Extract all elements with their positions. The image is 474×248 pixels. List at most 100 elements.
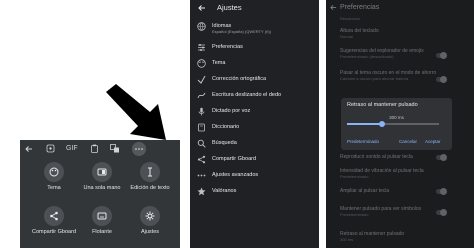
settings-item-label: Preferencias: [212, 44, 243, 50]
pref-row[interactable]: Resolución: [340, 16, 440, 21]
spellcheck-icon: [197, 75, 206, 84]
page-title: Ajustes: [217, 3, 242, 12]
more-icon: [197, 174, 206, 177]
settings-item-ajustes-avanzados[interactable]: Ajustes avanzados: [190, 169, 319, 183]
tile-label: Tema: [47, 185, 61, 191]
settings-item-label: Dictado por voz: [212, 108, 251, 114]
sliders-icon: [198, 44, 205, 51]
tile-label: Compartir Gboard: [31, 229, 77, 235]
palette-icon: [49, 167, 59, 177]
settings-item-label: Tema: [212, 60, 226, 66]
pref-row[interactable]: Altura del teclado Normal: [340, 28, 440, 39]
gif-button[interactable]: GIF: [66, 144, 78, 154]
gear-icon: [145, 211, 155, 221]
search-icon: [197, 139, 206, 148]
settings-item-dictado-por-voz[interactable]: Dictado por voz: [190, 105, 319, 119]
dialog-value: 300 ms: [389, 115, 404, 120]
keyboard-toolbar: GIF: [20, 140, 180, 158]
keyboard-menu: GIF Tema Una sola mano Edición de texto …: [20, 140, 180, 248]
default-button[interactable]: Predeterminado: [347, 139, 379, 145]
settings-item-label: Diccionario: [212, 124, 240, 130]
keyboard-screen: GIF Tema Una sola mano Edición de texto …: [0, 0, 180, 248]
settings-header: Ajustes: [190, 0, 319, 16]
floating-keyboard-icon: [97, 212, 107, 220]
slider-thumb[interactable]: [378, 120, 385, 127]
settings-item-label: Valóranos: [212, 188, 237, 194]
settings-item-correccion-ortografica[interactable]: Corrección ortográfica: [190, 73, 319, 87]
globe-icon: [197, 22, 206, 31]
settings-item-diccionario[interactable]: Diccionario: [190, 121, 319, 135]
tile-label: Flotante: [92, 229, 112, 235]
tile-flotante[interactable]: Flotante: [76, 204, 128, 240]
settings-item-label: Compartir Gboard: [212, 156, 257, 162]
settings-item-valoranos[interactable]: Valóranos: [190, 185, 319, 199]
settings-item-idiomas[interactable]: Idiomas Español (España) (QWERTY (ñ)): [190, 20, 319, 36]
cancel-button[interactable]: Cancelar: [399, 139, 417, 145]
preferences-screen: Preferencias Resolución Altura del tecla…: [326, 0, 474, 248]
pref-sub: Predeterminado: [340, 174, 369, 179]
pref-row[interactable]: Mantener pulsado para ver símbolos Prede…: [340, 206, 440, 217]
back-arrow-icon[interactable]: [198, 4, 206, 12]
pointing-arrow-icon: [106, 84, 166, 140]
pref-row[interactable]: Intensidad de vibración al pulsar tecla …: [340, 168, 440, 179]
pref-label: Ampliar al pulsar tecla: [340, 188, 390, 194]
tile-compartir-gboard[interactable]: Compartir Gboard: [28, 204, 80, 240]
pref-toggle[interactable]: [436, 76, 447, 83]
settings-item-escritura-deslizando[interactable]: Escritura deslizando el dedo: [190, 89, 319, 103]
pref-sub: 300 ms: [340, 237, 354, 242]
share-icon: [197, 155, 206, 164]
settings-item-sublabel: Español (España) (QWERTY (ñ)): [212, 29, 271, 34]
settings-item-preferencias[interactable]: Preferencias: [190, 41, 319, 55]
settings-item-label: Ajustes avanzados: [212, 172, 259, 178]
pref-row[interactable]: Pasar al tema oscuro en el modo de ahorr…: [340, 70, 440, 81]
settings-item-compartir-gboard[interactable]: Compartir Gboard: [190, 153, 319, 167]
pref-sub: Predeterminado (desactivado): [340, 54, 394, 59]
pref-label: Reproducir sonido al pulsar tecla: [340, 154, 413, 160]
tile-edicion-de-texto[interactable]: Edición de texto: [124, 160, 176, 196]
tile-ajustes[interactable]: Ajustes: [124, 204, 176, 240]
palette-icon: [197, 59, 206, 68]
tile-label: Edición de texto: [130, 185, 170, 191]
tile-label: Una sola mano: [83, 185, 121, 191]
sticker-icon[interactable]: [46, 144, 55, 153]
tile-una-sola-mano[interactable]: Una sola mano: [76, 160, 128, 196]
pref-sub: Cambiar a oscuro para ahorrar batería: [340, 76, 409, 81]
accept-button[interactable]: Aceptar: [425, 139, 441, 145]
pref-row[interactable]: Ampliar al pulsar tecla: [340, 188, 440, 194]
pref-row[interactable]: Retraso al mantener pulsado 300 ms: [340, 231, 440, 242]
clipboard-icon[interactable]: [90, 144, 99, 153]
book-icon: [198, 123, 205, 132]
pref-toggle[interactable]: [436, 154, 447, 161]
back-arrow-icon[interactable]: [330, 4, 337, 11]
share-icon: [50, 211, 58, 221]
pref-sub: Predeterminado: [340, 212, 369, 217]
translate-icon[interactable]: [110, 144, 120, 153]
pref-row[interactable]: Sugerencias del explorador de emojis Pre…: [340, 48, 440, 59]
pref-toggle[interactable]: [436, 52, 447, 59]
settings-item-label: Escritura deslizando el dedo: [212, 92, 282, 98]
page-title: Preferencias: [340, 4, 380, 11]
settings-item-busqueda[interactable]: Búsqueda: [190, 137, 319, 151]
back-arrow-icon[interactable]: [25, 145, 33, 153]
pref-sub: Normal: [340, 34, 353, 39]
more-dots-icon: [135, 148, 143, 150]
pref-row[interactable]: Reproducir sonido al pulsar tecla: [340, 154, 440, 160]
star-icon: [197, 187, 206, 196]
pref-toggle[interactable]: [436, 188, 447, 195]
settings-item-label: Búsqueda: [212, 140, 237, 146]
text-cursor-icon: [148, 167, 152, 177]
dialog-title: Retraso al mantener pulsado: [347, 102, 418, 108]
one-hand-icon: [97, 168, 107, 176]
pref-section-label: Resolución: [340, 16, 360, 21]
long-press-delay-dialog: Retraso al mantener pulsado 300 ms Prede…: [341, 98, 452, 150]
settings-item-label: Corrección ortográfica: [212, 76, 267, 82]
tile-tema[interactable]: Tema: [28, 160, 80, 196]
more-options-button[interactable]: [132, 142, 146, 156]
mic-icon: [198, 107, 205, 116]
tile-label: Ajustes: [140, 229, 160, 235]
settings-screen: Ajustes Idiomas Español (España) (QWERTY…: [190, 0, 319, 248]
gesture-icon: [197, 92, 206, 99]
pref-toggle[interactable]: [436, 209, 447, 216]
settings-item-tema[interactable]: Tema: [190, 57, 319, 71]
slider-fill: [347, 123, 382, 125]
